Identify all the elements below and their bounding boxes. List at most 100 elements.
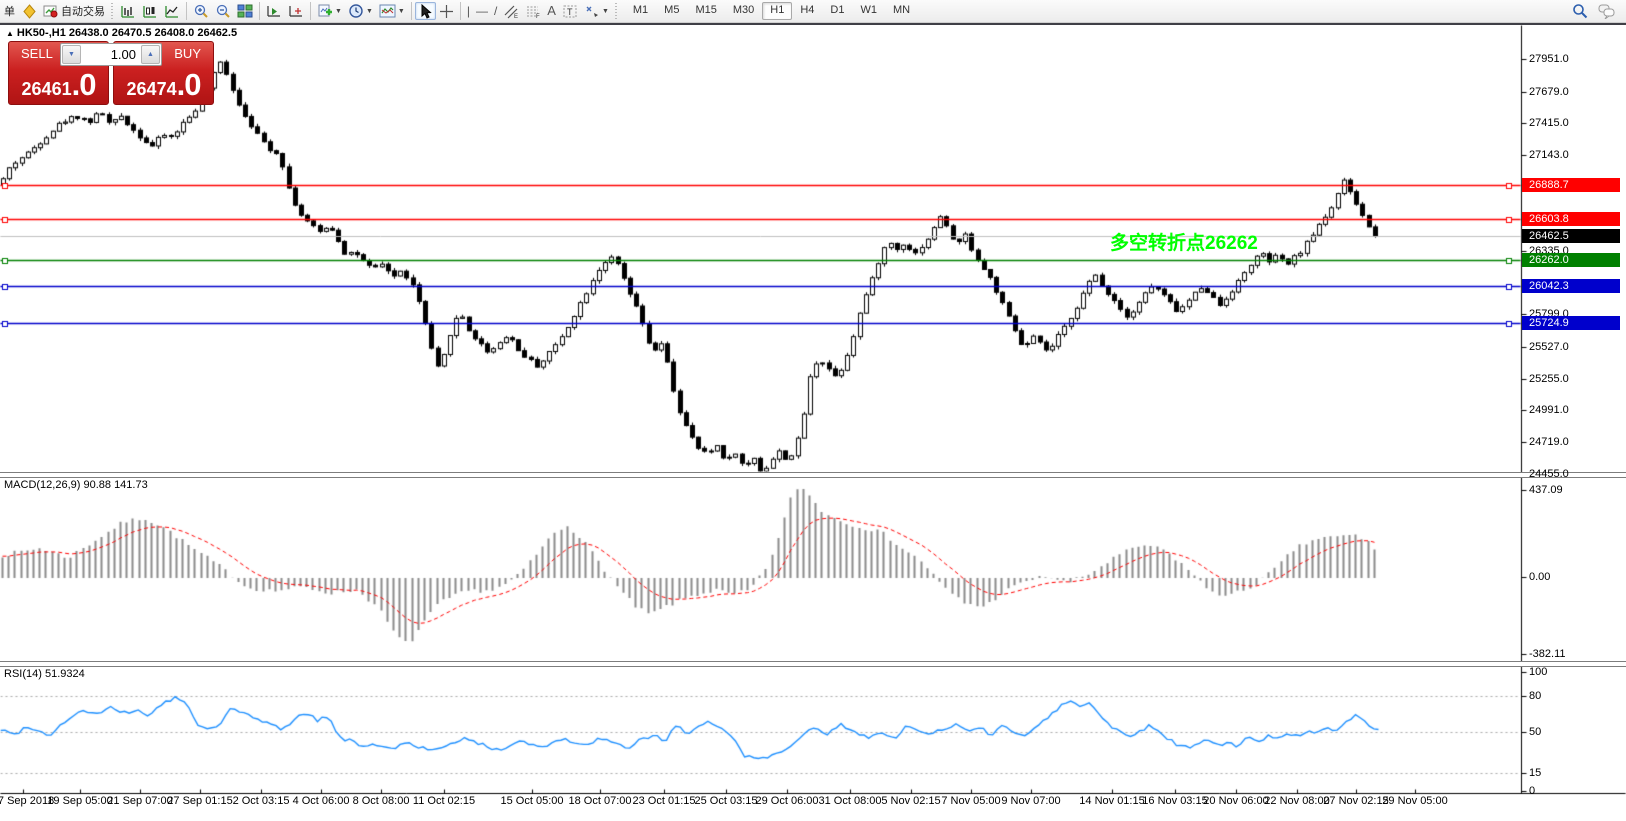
- svg-text:T: T: [567, 7, 573, 17]
- horizontal-line-tool[interactable]: —: [473, 2, 491, 20]
- timeframe-m30[interactable]: M30: [725, 2, 762, 20]
- search-icon[interactable]: [1572, 3, 1588, 19]
- timeframe-d1[interactable]: D1: [822, 2, 852, 20]
- chart-line-icon[interactable]: [161, 2, 183, 20]
- channel-tool[interactable]: E: [500, 2, 522, 20]
- date-label: 14 Nov 01:15: [1079, 795, 1144, 807]
- toolbar-grip: [110, 3, 115, 19]
- macd-values: 90.88 141.73: [83, 479, 147, 491]
- pane-splitter[interactable]: [0, 472, 1626, 478]
- rsi-axis-label: 0: [1529, 785, 1535, 797]
- price-line-tag: 26888.7: [1522, 178, 1620, 192]
- text-tool[interactable]: A: [544, 2, 559, 20]
- svg-text:E: E: [514, 14, 518, 19]
- new-chart-button[interactable]: ▼: [314, 2, 345, 20]
- date-label: 31 Oct 08:00: [819, 795, 882, 807]
- volume-increase-button[interactable]: ▲: [141, 45, 160, 64]
- chevron-down-icon: ▼: [398, 8, 405, 15]
- date-label: 4 Oct 06:00: [293, 795, 350, 807]
- sell-price-int: 26461: [22, 79, 72, 100]
- chat-icon[interactable]: [1598, 4, 1616, 19]
- chevron-down-icon: ▼: [602, 8, 609, 15]
- date-label: 27 Sep 01:15: [167, 795, 232, 807]
- price-tick-label: 27951.0: [1529, 53, 1569, 65]
- price-tick-label: 24455.0: [1529, 468, 1569, 480]
- buy-price-dec: .0: [177, 67, 201, 103]
- buy-label: BUY: [174, 46, 201, 61]
- toolbar-grip: [614, 3, 619, 19]
- chart-bars-icon[interactable]: [117, 2, 139, 20]
- rsi-axis-label: 80: [1529, 690, 1541, 702]
- buy-price-int: 26474: [127, 79, 177, 100]
- timeframe-m1[interactable]: M1: [625, 2, 656, 20]
- price-line-tag: 26603.8: [1522, 212, 1620, 226]
- chevron-down-icon: ▼: [335, 8, 342, 15]
- date-label: 21 Sep 07:00: [107, 795, 172, 807]
- rsi-value: 51.9324: [45, 668, 85, 680]
- macd-name: MACD(12,26,9): [4, 479, 80, 491]
- timeframe-mn[interactable]: MN: [885, 2, 918, 20]
- timeframe-w1[interactable]: W1: [852, 2, 885, 20]
- price-tick-label: 27143.0: [1529, 149, 1569, 161]
- date-label: 8 Oct 08:00: [353, 795, 410, 807]
- mt4-window: 单 自动交易: [0, 0, 1626, 821]
- chart-shift-icon[interactable]: [285, 2, 307, 20]
- zoom-in-icon[interactable]: [190, 2, 212, 20]
- periods-clock-button[interactable]: ▼: [345, 2, 376, 20]
- shapes-tool[interactable]: ▼: [581, 2, 612, 20]
- auto-scroll-icon[interactable]: [263, 2, 285, 20]
- chevron-down-icon: ▼: [366, 8, 373, 15]
- volume-stepper: ▼ ▲: [60, 43, 162, 66]
- collapse-triangle-icon[interactable]: ▲: [6, 29, 14, 38]
- price-tick-label: 24719.0: [1529, 436, 1569, 448]
- timeframe-h4[interactable]: H4: [792, 2, 822, 20]
- sell-price-dec: .0: [72, 67, 96, 103]
- new-order-label[interactable]: 单: [0, 3, 19, 19]
- buy-price: 26474.0: [114, 67, 213, 103]
- sell-price: 26461.0: [9, 67, 108, 103]
- date-label: 18 Oct 07:00: [569, 795, 632, 807]
- volume-input[interactable]: [82, 44, 140, 65]
- zoom-out-icon[interactable]: [212, 2, 234, 20]
- label-tool[interactable]: T: [559, 2, 581, 20]
- volume-decrease-button[interactable]: ▼: [62, 45, 81, 64]
- price-tick-label: 24991.0: [1529, 404, 1569, 416]
- trendline-tool[interactable]: /: [491, 2, 500, 20]
- macd-axis-label: -382.11: [1529, 648, 1566, 660]
- date-label: 15 Oct 05:00: [501, 795, 564, 807]
- timeframe-m5[interactable]: M5: [656, 2, 687, 20]
- vertical-line-tool[interactable]: |: [464, 2, 473, 20]
- toolbar: 单 自动交易: [0, 0, 1626, 23]
- indicators-button[interactable]: ▼: [376, 2, 408, 20]
- diamond-icon[interactable]: [19, 2, 40, 20]
- price-line-tag: 25724.9: [1522, 316, 1620, 330]
- tile-windows-icon[interactable]: [234, 2, 256, 20]
- price-tick-label: 27415.0: [1529, 117, 1569, 129]
- sell-label: SELL: [21, 46, 53, 61]
- rsi-legend: RSI(14) 51.9324: [4, 668, 85, 680]
- macd-axis-label: 0.00: [1529, 571, 1550, 583]
- autotrade-button[interactable]: 自动交易: [40, 2, 108, 20]
- chart-title: ▲HK50-,H1 26438.0 26470.5 26408.0 26462.…: [6, 27, 237, 39]
- crosshair-tool[interactable]: [436, 2, 457, 20]
- toolbar-separator: [259, 2, 260, 20]
- price-line-tag: 26042.3: [1522, 279, 1620, 293]
- chart-canvas[interactable]: [0, 0, 1626, 821]
- date-label: 25 Oct 03:15: [695, 795, 758, 807]
- toolbar-separator: [411, 2, 412, 20]
- pane-splitter[interactable]: [0, 661, 1626, 667]
- date-label: 9 Nov 07:00: [1001, 795, 1060, 807]
- rsi-name: RSI(14): [4, 668, 42, 680]
- svg-text:F: F: [536, 14, 540, 19]
- date-label: 5 Nov 02:15: [881, 795, 940, 807]
- fibonacci-tool[interactable]: F: [522, 2, 544, 20]
- date-label: 20 Nov 06:00: [1203, 795, 1268, 807]
- chart-annotation: 多空转折点26262: [1110, 228, 1258, 255]
- timeframe-m15[interactable]: M15: [687, 2, 724, 20]
- cursor-tool[interactable]: [415, 2, 436, 20]
- date-label: 27 Nov 02:15: [1323, 795, 1388, 807]
- date-label: 23 Oct 01:15: [633, 795, 696, 807]
- timeframe-h1[interactable]: H1: [762, 2, 792, 20]
- chart-candles-icon[interactable]: [139, 2, 161, 20]
- macd-axis-label: 437.09: [1529, 484, 1563, 496]
